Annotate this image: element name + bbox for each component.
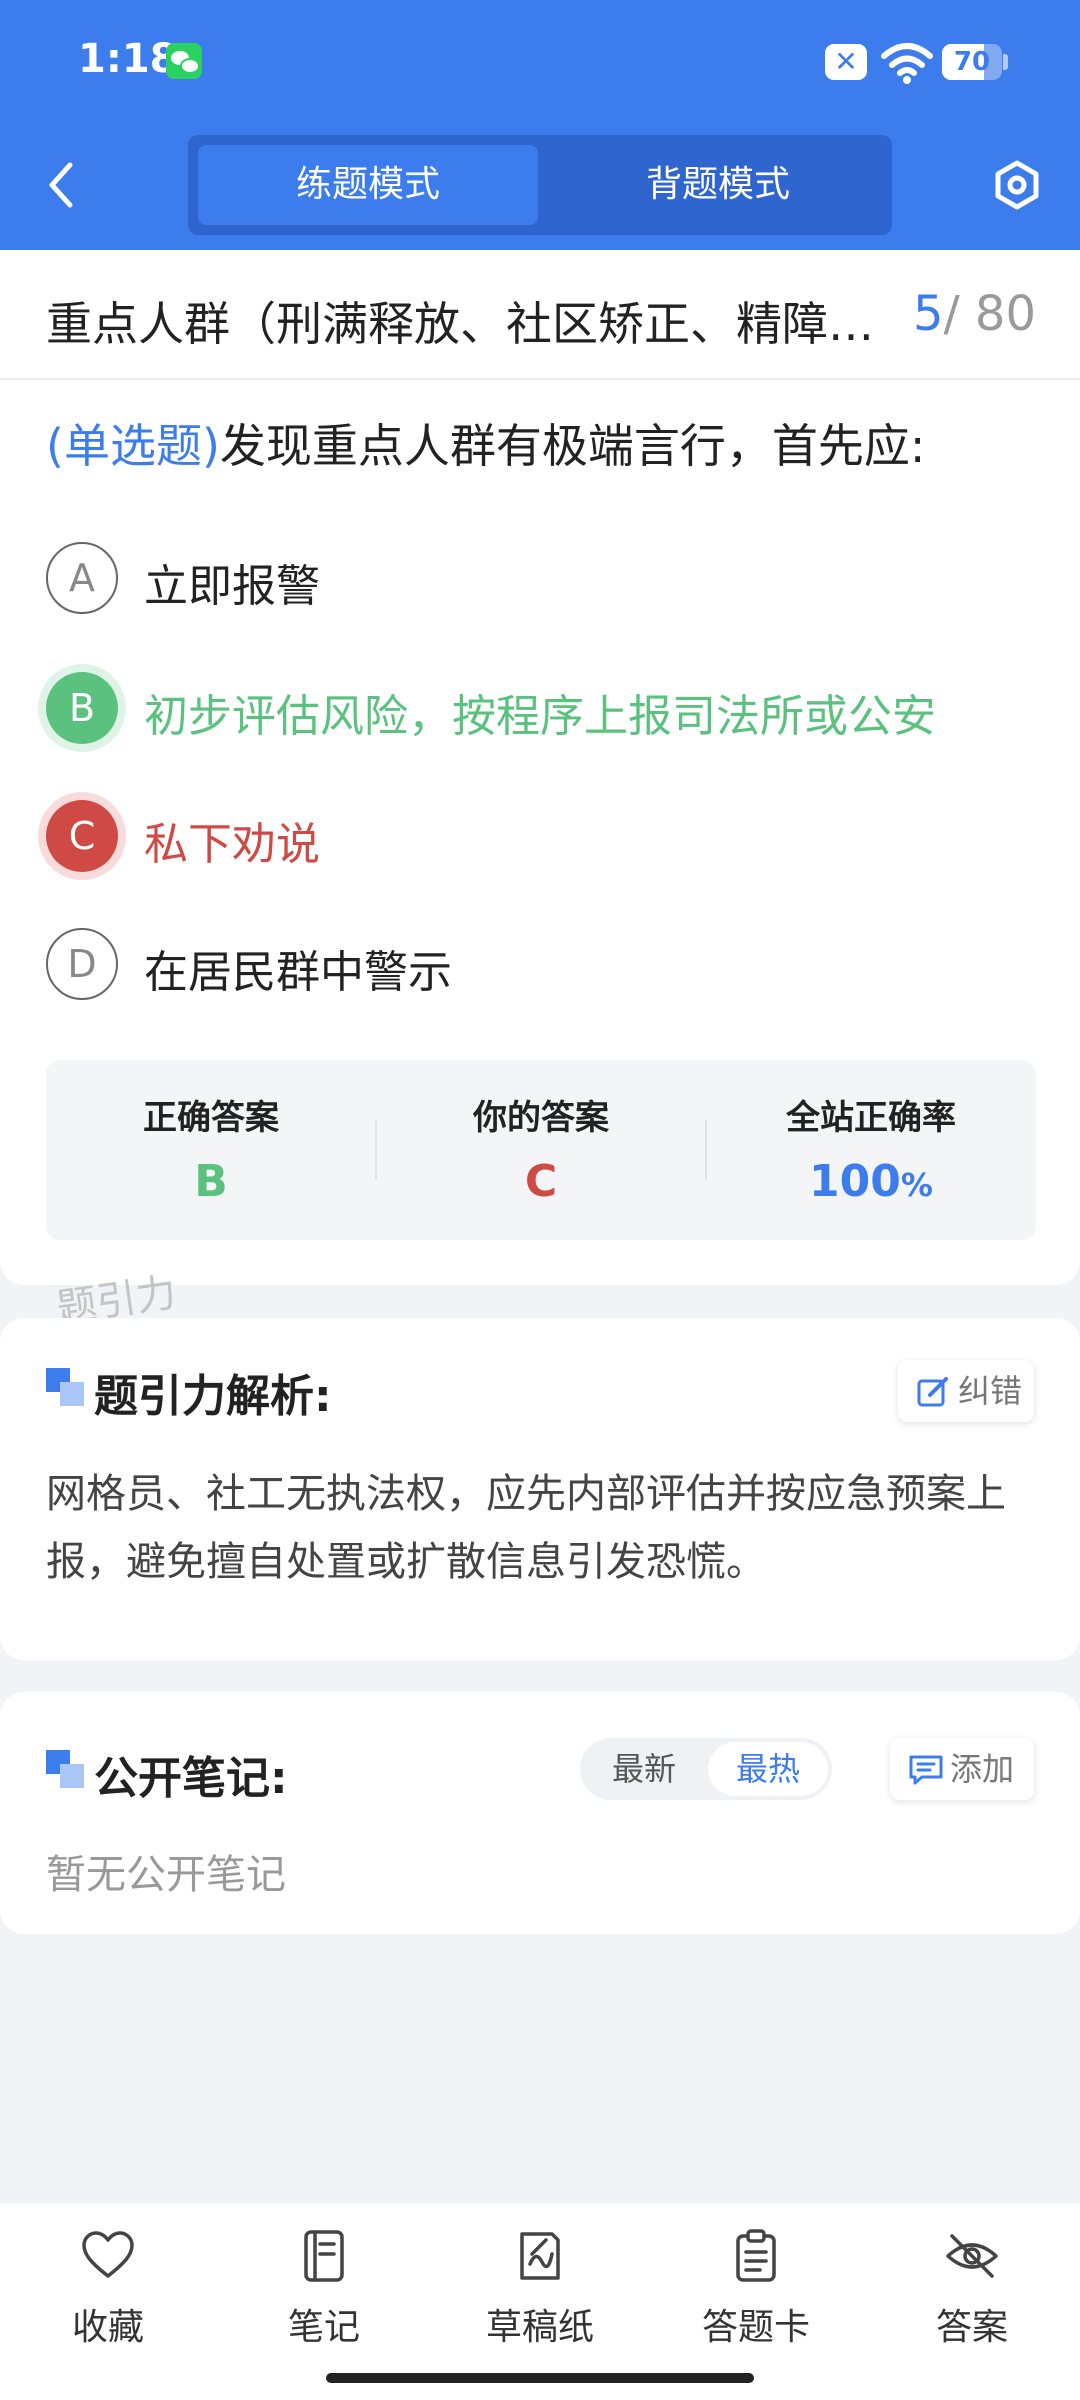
add-note-button[interactable]: 添加	[890, 1738, 1034, 1800]
question-text: 发现重点人群有极端言行，首先应:	[219, 419, 926, 473]
draft-paper-button[interactable]: 草稿纸	[450, 2228, 630, 2368]
notes-label: 笔记	[287, 2307, 360, 2348]
question-card: 重点人群（刑满释放、社区矫正、精障… 5/ 80 (单选题)发现重点人群有极端言…	[0, 250, 1080, 1285]
option-a[interactable]: A 立即报警	[46, 538, 1046, 618]
mode-switch: 练题模式 背题模式	[188, 135, 892, 235]
section-square-icon	[46, 1368, 84, 1406]
tab-memorize-mode[interactable]: 背题模式	[548, 145, 888, 225]
wechat-icon	[166, 43, 202, 79]
show-answer-button[interactable]: 答案	[882, 2228, 1062, 2368]
tab-practice-mode[interactable]: 练题模式	[198, 145, 538, 225]
sort-hottest[interactable]: 最热	[708, 1742, 828, 1796]
analysis-card: 题引力解析: 纠错 网格员、社工无执法权，应先内部评估并按应急预案上报，避免擅自…	[0, 1318, 1080, 1660]
comment-icon	[909, 1755, 943, 1785]
hexagon-settings-icon[interactable]	[990, 155, 1044, 215]
top-header: 1:18 ✕ 70 练题模式 背题模式	[0, 0, 1080, 250]
analysis-text: 网格员、社工无执法权，应先内部评估并按应急预案上报，避免擅自处置或扩散信息引发恐…	[46, 1471, 1006, 1585]
option-letter: A	[46, 542, 118, 614]
public-notes-card: 公开笔记: 最新 最热 添加 暂无公开笔记	[0, 1692, 1080, 1934]
option-b[interactable]: B 初步评估风险，按程序上报司法所或公安	[46, 668, 1046, 748]
battery-icon: 70	[942, 44, 1002, 80]
option-letter: C	[46, 800, 118, 872]
category-title: 重点人群（刑满释放、社区矫正、精障…	[46, 297, 874, 351]
notes-button[interactable]: 笔记	[234, 2228, 414, 2368]
site-accuracy-label: 全站正确率	[786, 1098, 956, 1138]
correct-answer-block: 正确答案 B	[46, 1060, 376, 1240]
site-accuracy-block: 全站正确率 100%	[706, 1060, 1036, 1240]
home-indicator[interactable]	[326, 2373, 754, 2383]
category-row: 重点人群（刑满释放、社区矫正、精障… 5/ 80	[0, 250, 1080, 380]
draft-paper-icon	[520, 2232, 560, 2280]
analysis-title: 题引力解析:	[94, 1371, 332, 1422]
answer-sheet-button[interactable]: 答题卡	[666, 2228, 846, 2368]
eye-off-icon	[946, 2234, 998, 2278]
site-accuracy-value: 100%	[809, 1156, 933, 1207]
answer-sheet-label: 答题卡	[701, 2307, 810, 2348]
battery-level: 70	[953, 47, 991, 77]
add-note-label: 添加	[950, 1750, 1015, 1788]
report-error-label: 纠错	[958, 1372, 1023, 1410]
edit-icon	[917, 1377, 948, 1407]
status-time: 1:18	[78, 36, 178, 82]
sort-newest[interactable]: 最新	[584, 1742, 704, 1796]
sim-off-icon: ✕	[825, 44, 867, 80]
correct-answer-label: 正确答案	[143, 1098, 279, 1138]
your-answer-label: 你的答案	[473, 1098, 609, 1138]
back-chevron-left-icon[interactable]	[40, 155, 84, 215]
show-answer-label: 答案	[935, 2307, 1008, 2348]
answer-summary: 正确答案 B 你的答案 C 全站正确率 100%	[46, 1060, 1036, 1240]
option-letter: D	[46, 928, 118, 1000]
option-c[interactable]: C 私下劝说	[46, 796, 1046, 876]
option-text: 初步评估风险，按程序上报司法所或公安	[144, 691, 936, 742]
bottom-toolbar: 收藏 笔记 草稿纸 答题卡 答案	[0, 2204, 1080, 2400]
notes-title: 公开笔记:	[94, 1753, 288, 1804]
current-question-number: 5	[912, 286, 944, 342]
option-text: 在居民群中警示	[144, 947, 452, 998]
option-text: 私下劝说	[144, 819, 320, 870]
question-progress: 5/ 80	[913, 286, 1036, 342]
favorite-button[interactable]: 收藏	[18, 2228, 198, 2368]
question-stem: (单选题)发现重点人群有极端言行，首先应:	[46, 410, 1046, 476]
option-d[interactable]: D 在居民群中警示	[46, 924, 1046, 1004]
notebook-icon	[304, 2230, 344, 2282]
draft-paper-label: 草稿纸	[485, 2307, 594, 2348]
correct-answer-value: B	[194, 1156, 228, 1207]
total-questions: / 80	[943, 286, 1036, 342]
report-error-button[interactable]: 纠错	[898, 1360, 1034, 1422]
notes-sort-toggle: 最新 最热	[580, 1738, 832, 1800]
empty-notes-text: 暂无公开笔记	[46, 1852, 286, 1898]
section-square-icon	[46, 1750, 84, 1788]
your-answer-block: 你的答案 C	[376, 1060, 706, 1240]
question-type: (单选题)	[46, 419, 220, 473]
heart-icon	[82, 2231, 134, 2278]
your-answer-value: C	[524, 1156, 558, 1207]
option-letter: B	[46, 672, 118, 744]
option-text: 立即报警	[144, 561, 320, 612]
wifi-icon	[881, 43, 933, 84]
favorite-label: 收藏	[71, 2307, 144, 2348]
answer-sheet-icon	[736, 2229, 776, 2282]
